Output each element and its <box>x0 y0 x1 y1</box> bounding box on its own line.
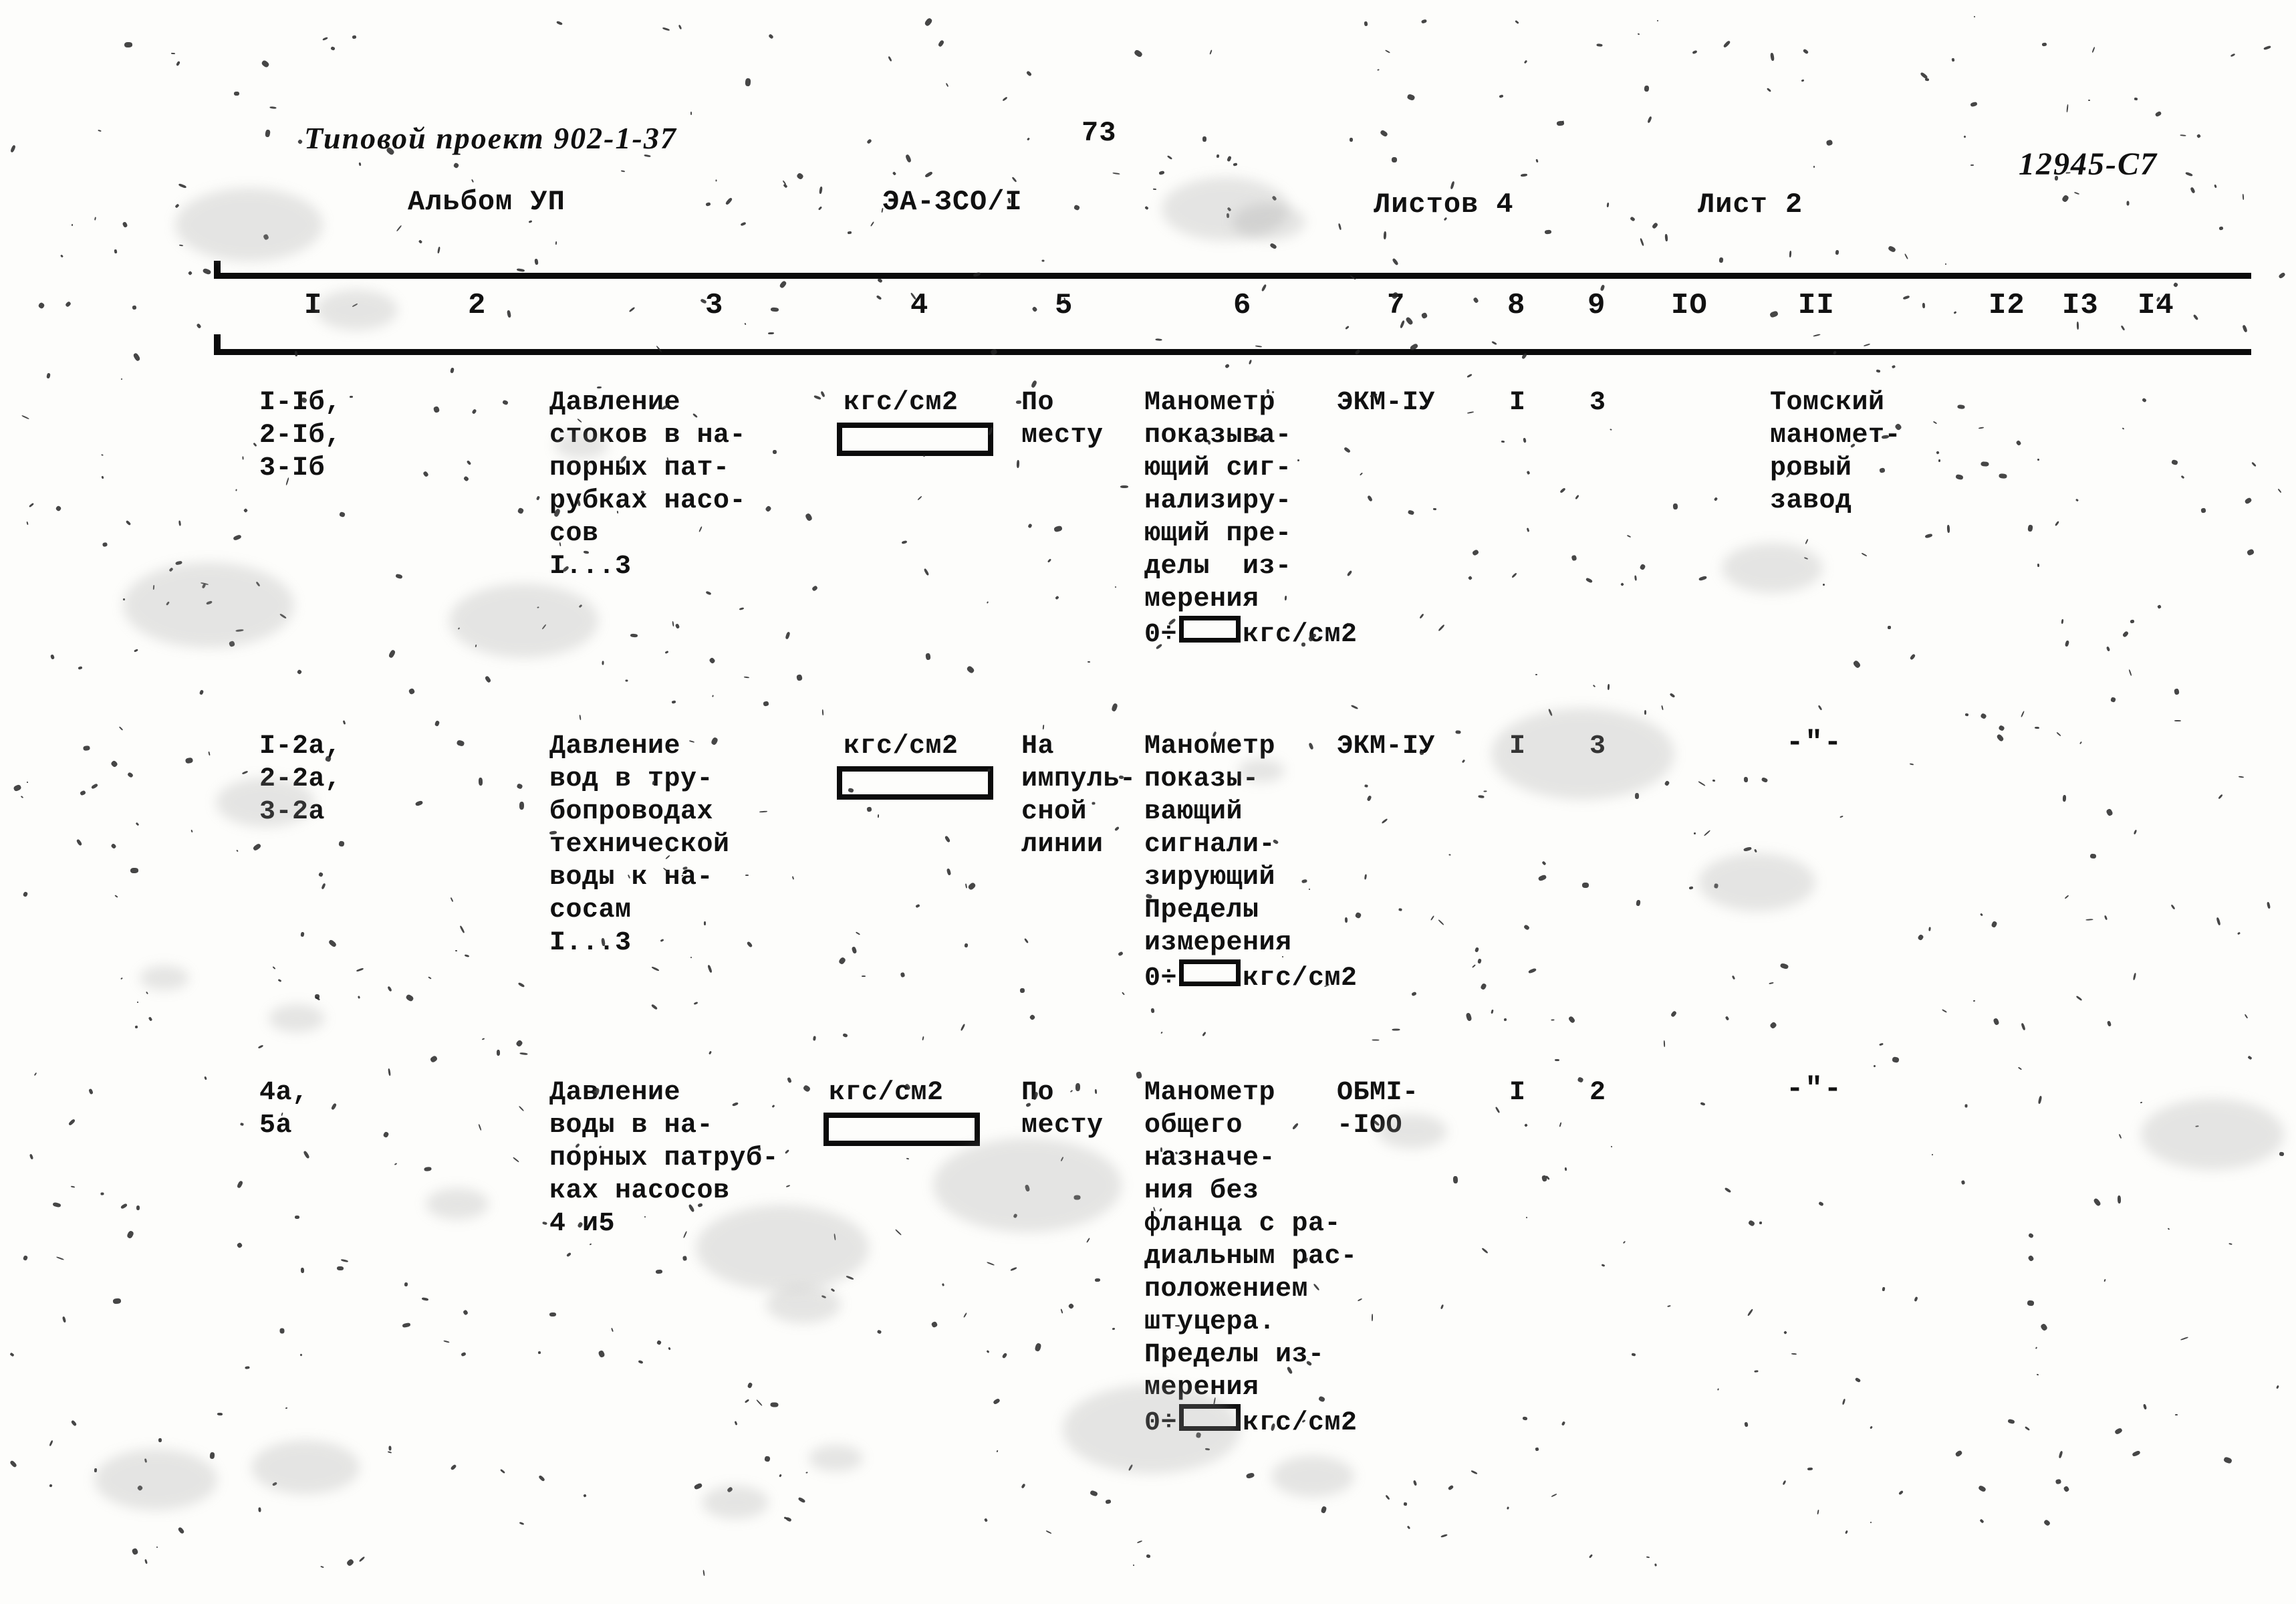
table-row-device-type: ЭКМ-IУ <box>1337 731 1436 762</box>
table-row-location: На импуль- сной линии <box>1021 731 1136 860</box>
album-label: Альбом УП <box>408 186 565 218</box>
sheet-current-label: Лист 2 <box>1698 189 1803 221</box>
device-description-text: Манометр показыва- ющий сиг- нализиру- ю… <box>1144 388 1292 614</box>
scanned-document-page: Типовой проект 902-1-37 Альбом УП ЭА-ЗСО… <box>0 0 2296 1604</box>
column-number-8: 8 <box>1507 289 1526 322</box>
column-number-14: I4 <box>2138 289 2174 322</box>
page-number: 73 <box>1081 117 1117 149</box>
sheets-total-label: Листов 4 <box>1374 189 1514 221</box>
column-number-3: 3 <box>705 289 724 322</box>
table-row-manufacturer: -"- <box>1786 1072 1843 1106</box>
column-number-11: II <box>1798 289 1835 322</box>
column-number-6: 6 <box>1233 289 1252 322</box>
document-number-handwritten: 12945-С7 <box>2019 146 2158 182</box>
document-code: ЭА-ЗСО/I <box>882 186 1023 218</box>
unit-value-box <box>837 766 993 800</box>
table-row-col8: I <box>1509 1078 1526 1108</box>
table-row-position: I-Iб, 2-Iб, 3-Iб <box>259 388 342 483</box>
column-number-13: I3 <box>2062 289 2099 322</box>
column-number-12: I2 <box>1989 289 2025 322</box>
column-number-5: 5 <box>1055 289 1073 322</box>
project-title: Типовой проект 902-1-37 <box>304 121 677 155</box>
column-number-2: 2 <box>468 289 487 322</box>
table-row-unit-label: кгс/см2 <box>844 731 959 762</box>
table-row-device-type: ЭКМ-IУ <box>1337 388 1436 418</box>
table-row-unit-label: кгс/см2 <box>829 1078 944 1108</box>
table-row-location: По месту <box>1021 388 1104 451</box>
table-left-bracket-bottom <box>214 334 221 352</box>
table-row-parameter: Давление стоков в на- порных пат- рубках… <box>549 388 747 582</box>
table-left-bracket-top <box>214 261 221 275</box>
unit-value-box <box>837 423 993 456</box>
table-row-location: По месту <box>1021 1078 1104 1141</box>
unit-value-box <box>823 1113 980 1146</box>
column-number-9: 9 <box>1587 289 1606 322</box>
table-row-manufacturer: Томский маномет- ровый завод <box>1770 388 1902 516</box>
device-range-prefix: 0÷ <box>1144 963 1178 994</box>
table-row-manufacturer: -"- <box>1786 726 1843 760</box>
table-rule-bottom <box>214 349 2251 355</box>
device-range-value-box <box>1179 616 1241 643</box>
table-row-parameter: Давление вод в тру- бопроводах техническ… <box>549 731 730 958</box>
device-range-suffix: кгс/см2 <box>1243 620 1358 650</box>
table-row-device-description: Манометр общего назначе- ния без фланца … <box>1144 1076 1358 1440</box>
table-row-col8: I <box>1509 388 1526 418</box>
table-rule-top <box>214 273 2251 279</box>
device-range-suffix: кгс/см2 <box>1243 1408 1358 1438</box>
table-row-col9: 2 <box>1589 1078 1606 1108</box>
table-row-device-description: Манометр показыва- ющий сиг- нализиру- ю… <box>1144 386 1358 651</box>
device-range-value-box <box>1179 959 1241 986</box>
table-row-col9: 3 <box>1589 388 1606 418</box>
table-row-position: 4а, 5а <box>259 1078 309 1141</box>
column-number-10: IO <box>1671 289 1708 322</box>
device-description-text: Манометр общего назначе- ния без фланца … <box>1144 1078 1358 1403</box>
device-range-suffix: кгс/см2 <box>1243 963 1358 994</box>
table-row-unit-label: кгс/см2 <box>844 388 959 418</box>
